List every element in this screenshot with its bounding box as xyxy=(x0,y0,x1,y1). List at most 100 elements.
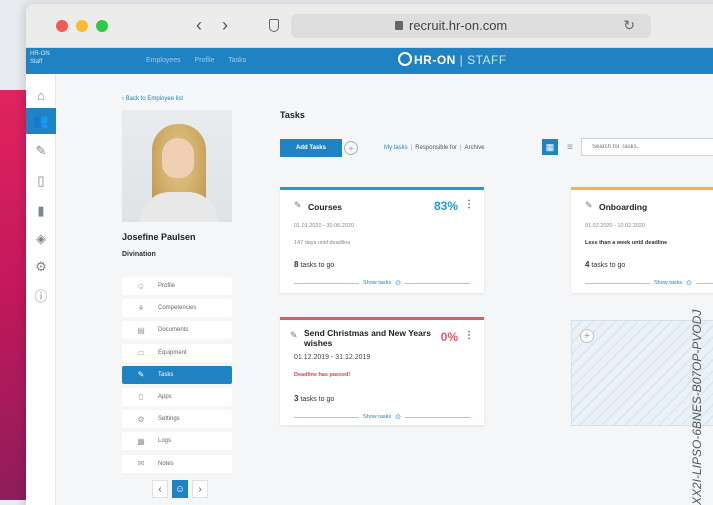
list-view-icon[interactable]: ≡ xyxy=(562,139,578,155)
show-tasks-link[interactable]: Show tasks ⊙ xyxy=(294,412,470,422)
card-deadline: 147 days until deadline xyxy=(294,240,351,246)
brand-small-label: HR-ON Staff xyxy=(30,51,50,65)
main-content: ‹ Back to Employee list Josefine Paulsen… xyxy=(84,74,713,505)
card-dates: 01.12.2019 - 31.12.2019 xyxy=(294,354,371,361)
plus-icon[interactable]: + xyxy=(580,329,594,343)
equipment-icon: ▭ xyxy=(137,348,145,358)
pager-next-button[interactable]: › xyxy=(192,480,208,498)
url-text: recruit.hr-on.com xyxy=(409,18,508,33)
menu-item-label: Apps xyxy=(158,393,172,400)
sidebar-home-icon[interactable]: ⌂ xyxy=(26,82,56,108)
address-bar[interactable]: recruit.hr-on.com ↻ xyxy=(291,14,651,38)
grid-view-icon[interactable]: ▦ xyxy=(542,139,558,155)
back-arrow-icon[interactable]: ‹ xyxy=(196,15,202,35)
card-deadline: Less than a week until deadline xyxy=(585,240,668,246)
browser-titlebar: ‹ › recruit.hr-on.com ↻ xyxy=(26,4,713,48)
minimize-window-button[interactable] xyxy=(76,20,88,32)
more-options-icon[interactable]: ⋮ xyxy=(464,330,474,341)
task-count-suffix: tasks to go xyxy=(298,262,335,269)
task-card-courses[interactable]: ✎ Courses 83% ⋮ 01.01.2020 - 30.06.2020 … xyxy=(280,187,484,293)
search-tasks-input[interactable] xyxy=(581,138,713,156)
card-title-line1: Send Christmas and New Years xyxy=(304,328,431,338)
filter-responsible-for[interactable]: Responsible for xyxy=(415,145,457,151)
task-filters: My tasks | Responsible for | Archive xyxy=(384,145,485,151)
task-count-suffix: tasks to go xyxy=(298,396,335,403)
card-task-count: 8 tasks to go xyxy=(294,260,334,269)
app-sidebar: ⌂ 👥 ✎ ▯ ▮ ◈ ⚙ ⓘ xyxy=(26,74,56,505)
profile-icon: ☺ xyxy=(136,281,146,291)
top-navigation: Employees Profile Tasks xyxy=(146,57,258,64)
menu-item-label: Logs xyxy=(158,438,172,445)
chevron-down-circle-icon: ⊙ xyxy=(395,280,401,287)
card-percent: 83% xyxy=(433,199,458,213)
topnav-item-profile[interactable]: Profile xyxy=(195,57,215,64)
menu-item-tasks[interactable]: ✎ Tasks xyxy=(122,365,232,384)
logo-circle-icon xyxy=(398,52,412,66)
sidebar-info-icon[interactable]: ⓘ xyxy=(26,282,56,308)
topnav-item-tasks[interactable]: Tasks xyxy=(228,57,246,64)
menu-item-logs[interactable]: ▦ Logs xyxy=(122,432,232,451)
back-to-employee-list-link[interactable]: ‹ Back to Employee list xyxy=(122,96,183,102)
employee-department: Divination xyxy=(122,251,156,258)
topnav-item-employees[interactable]: Employees xyxy=(146,57,181,64)
card-dates: 01.01.2020 - 30.06.2020 xyxy=(294,223,354,229)
task-card-christmas-wishes[interactable]: ✎ Send Christmas and New Years wishes 0%… xyxy=(280,317,484,425)
more-options-icon[interactable]: ⋮ xyxy=(464,199,474,210)
menu-item-documents[interactable]: ▤ Documents xyxy=(122,321,232,340)
sidebar-graduation-icon[interactable]: ◈ xyxy=(26,226,56,252)
card-task-count: 4 tasks to go xyxy=(585,260,625,269)
menu-item-apps[interactable]: ▯ Apps xyxy=(122,387,232,406)
add-tasks-button[interactable]: Add Tasks xyxy=(280,139,342,157)
menu-item-label: Documents xyxy=(158,327,189,334)
card-deadline: Deadline has passed! xyxy=(294,372,351,378)
filter-my-tasks[interactable]: My tasks xyxy=(384,145,408,151)
competencies-icon: ⚘ xyxy=(137,303,145,313)
divider-line xyxy=(294,282,359,284)
chevron-down-circle-icon: ⊙ xyxy=(395,414,401,421)
background-accent xyxy=(0,90,26,500)
logo-suffix: | STAFF xyxy=(455,53,507,67)
menu-item-equipment[interactable]: ▭ Equipment xyxy=(122,343,232,362)
card-percent: 0% xyxy=(440,330,458,344)
forward-arrow-icon[interactable]: › xyxy=(222,15,228,35)
tasks-icon: ✎ xyxy=(137,370,145,380)
app-logo: HR-ON | STAFF xyxy=(398,52,507,67)
menu-item-label: Profile xyxy=(158,283,176,289)
menu-item-label: Competencies xyxy=(158,305,197,312)
show-tasks-link[interactable]: Show tasks ⊙ xyxy=(294,278,470,288)
sidebar-users-icon[interactable]: 👥 xyxy=(26,108,56,134)
leaf-icon: ✎ xyxy=(294,200,302,210)
pager-current-avatar-icon[interactable]: ☺ xyxy=(172,480,188,498)
browser-window: ‹ › recruit.hr-on.com ↻ HR-ON Staff Empl… xyxy=(26,4,713,505)
filter-separator: | xyxy=(459,145,462,151)
show-tasks-label: Show tasks xyxy=(363,414,392,420)
notes-icon: ✉ xyxy=(137,459,145,468)
sidebar-pen-icon[interactable]: ✎ xyxy=(26,138,56,164)
add-circle-icon[interactable]: + xyxy=(344,141,358,155)
shield-icon[interactable] xyxy=(269,19,279,32)
leaf-icon: ✎ xyxy=(585,200,593,210)
menu-item-competencies[interactable]: ⚘ Competencies xyxy=(122,299,232,318)
leaf-icon: ✎ xyxy=(290,330,298,340)
filter-archive[interactable]: Archive xyxy=(465,145,485,151)
sidebar-gear-icon[interactable]: ⚙ xyxy=(26,254,56,280)
card-title: Onboarding xyxy=(599,202,648,212)
close-window-button[interactable] xyxy=(56,20,68,32)
documents-icon: ▤ xyxy=(137,325,145,335)
reload-icon[interactable]: ↻ xyxy=(623,17,635,34)
menu-item-profile[interactable]: ☺ Profile xyxy=(122,277,232,295)
maximize-window-button[interactable] xyxy=(96,20,108,32)
menu-item-settings[interactable]: ⚙ Settings xyxy=(122,410,232,429)
sidebar-device-icon[interactable]: ▮ xyxy=(26,198,56,224)
card-task-count: 3 tasks to go xyxy=(294,394,334,403)
sidebar-file-icon[interactable]: ▯ xyxy=(26,168,56,194)
menu-item-label: Tasks xyxy=(158,371,174,378)
menu-item-notes[interactable]: ✉ Notes xyxy=(122,454,232,473)
menu-item-label: Equipment xyxy=(158,349,187,356)
apps-icon: ▯ xyxy=(138,392,144,402)
app-header: HR-ON Staff Employees Profile Tasks HR-O… xyxy=(26,48,713,74)
divider-line xyxy=(405,416,470,418)
pager-prev-button[interactable]: ‹ xyxy=(152,480,168,498)
divider-line xyxy=(405,282,470,284)
page-title: Tasks xyxy=(280,110,305,120)
